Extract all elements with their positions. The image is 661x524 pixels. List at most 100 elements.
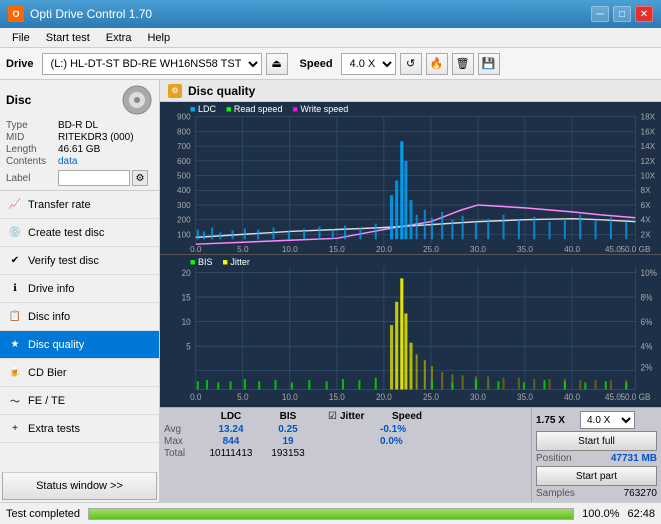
disc-label-label: Label [6, 173, 58, 184]
sidebar-item-drive-info[interactable]: ℹ Drive info [0, 275, 159, 303]
disc-quality-header-icon: ⚙ [168, 84, 182, 98]
speed-select[interactable]: 4.0 X [341, 53, 396, 75]
sidebar-item-disc-quality[interactable]: ★ Disc quality [0, 331, 159, 359]
svg-text:2%: 2% [641, 362, 653, 373]
svg-text:12X: 12X [641, 157, 656, 166]
stats-table-right: 1.75 X 4.0 X Start full Position 47731 M… [531, 408, 661, 502]
svg-text:40.0: 40.0 [564, 245, 580, 254]
svg-text:5.0: 5.0 [237, 391, 248, 402]
sidebar-item-disc-info[interactable]: 📋 Disc info [0, 303, 159, 331]
speed-dropdown[interactable]: 4.0 X [580, 411, 635, 429]
sidebar-item-extra-tests[interactable]: + Extra tests [0, 415, 159, 443]
svg-text:14X: 14X [641, 142, 656, 151]
toolbar: Drive (L:) HL-DT-ST BD-RE WH16NS58 TST4 … [0, 48, 661, 80]
disc-info-icon: 📋 [8, 310, 22, 324]
bis-legend: ■ BIS [190, 257, 212, 267]
sidebar-item-fe-te-label: FE / TE [28, 395, 65, 407]
disc-image-icon [121, 84, 153, 116]
disc-quality-title: Disc quality [188, 84, 255, 98]
status-text: Test completed [6, 508, 80, 520]
svg-text:500: 500 [177, 172, 191, 181]
svg-text:10.0: 10.0 [282, 391, 298, 402]
disc-contents-value: data [58, 156, 77, 167]
app-title: Opti Drive Control 1.70 [30, 7, 152, 21]
menu-file[interactable]: File [4, 30, 38, 46]
disc-label-input[interactable] [58, 170, 130, 186]
menu-start-test[interactable]: Start test [38, 30, 98, 46]
drive-select[interactable]: (L:) HL-DT-ST BD-RE WH16NS58 TST4 [42, 53, 262, 75]
svg-text:6X: 6X [641, 201, 652, 210]
svg-text:200: 200 [177, 216, 191, 225]
samples-value: 763270 [624, 488, 657, 499]
svg-text:0.0: 0.0 [190, 245, 202, 254]
svg-text:25.0: 25.0 [423, 391, 439, 402]
main-area: Disc Type BD-R DL MID RITEKDR3 (000) Len… [0, 80, 661, 502]
sidebar-item-transfer-rate-label: Transfer rate [28, 199, 91, 211]
svg-text:18X: 18X [641, 113, 656, 122]
sidebar-item-fe-te[interactable]: 〜 FE / TE [0, 387, 159, 415]
svg-text:800: 800 [177, 128, 191, 137]
content-area: ⚙ Disc quality ■ LDC ■ Read speed ■ Writ… [160, 80, 661, 502]
menu-extra[interactable]: Extra [98, 30, 140, 46]
ldc-max: 844 [200, 436, 262, 447]
svg-text:35.0: 35.0 [517, 391, 533, 402]
sidebar-item-drive-info-label: Drive info [28, 283, 74, 295]
disc-mid-label: MID [6, 132, 58, 143]
disc-label-button[interactable]: ⚙ [132, 170, 148, 186]
bottom-chart-svg: 20 15 10 5 10% 8% 6% 4% 2% 0.0 5.0 10.0 … [160, 255, 661, 407]
svg-text:10.0: 10.0 [282, 245, 298, 254]
ldc-legend: ■ LDC [190, 104, 216, 114]
maximize-button[interactable]: □ [613, 6, 631, 22]
position-label: Position [536, 453, 572, 464]
extra-tests-icon: + [8, 422, 22, 436]
progress-bar-fill [89, 509, 573, 519]
sidebar-item-verify-test-disc[interactable]: ✔ Verify test disc [0, 247, 159, 275]
disc-quality-header: ⚙ Disc quality [160, 80, 661, 102]
samples-label: Samples [536, 488, 575, 499]
svg-text:30.0: 30.0 [470, 245, 486, 254]
disc-quality-icon: ★ [8, 338, 22, 352]
status-time: 62:48 [627, 508, 655, 520]
drive-info-icon: ℹ [8, 282, 22, 296]
svg-text:400: 400 [177, 186, 191, 195]
sidebar-item-disc-quality-label: Disc quality [28, 339, 84, 351]
svg-text:300: 300 [177, 201, 191, 210]
disc-info-panel: Disc Type BD-R DL MID RITEKDR3 (000) Len… [0, 80, 159, 191]
ldc-header: LDC [200, 411, 262, 422]
burn-button[interactable]: 🔥 [426, 53, 448, 75]
speed-label: Speed [300, 58, 333, 70]
close-button[interactable]: ✕ [635, 6, 653, 22]
svg-text:6%: 6% [641, 317, 653, 328]
save-button[interactable]: 💾 [478, 53, 500, 75]
sidebar: Disc Type BD-R DL MID RITEKDR3 (000) Len… [0, 80, 160, 502]
erase-button[interactable]: 🗑 [452, 53, 474, 75]
jitter-header: Jitter [340, 411, 392, 422]
eject-button[interactable]: ⏏ [266, 53, 288, 75]
disc-type-value: BD-R DL [58, 120, 98, 131]
svg-text:45.0: 45.0 [605, 391, 621, 402]
status-bar: Test completed 100.0% 62:48 [0, 502, 661, 524]
speed-header: Speed [392, 411, 432, 422]
svg-text:2X: 2X [641, 230, 652, 239]
sidebar-item-cd-bier[interactable]: 🍺 CD Bier [0, 359, 159, 387]
refresh-button[interactable]: ↺ [400, 53, 422, 75]
svg-text:50.0 GB: 50.0 GB [620, 245, 650, 254]
minimize-button[interactable]: ─ [591, 6, 609, 22]
sidebar-item-transfer-rate[interactable]: 📈 Transfer rate [0, 191, 159, 219]
menu-help[interactable]: Help [139, 30, 178, 46]
position-value: 47731 MB [611, 453, 657, 464]
sidebar-item-create-test-disc[interactable]: 💿 Create test disc [0, 219, 159, 247]
max-label: Max [164, 436, 200, 447]
bis-header: BIS [262, 411, 314, 422]
svg-text:900: 900 [177, 113, 191, 122]
create-test-disc-icon: 💿 [8, 226, 22, 240]
svg-text:15: 15 [182, 292, 191, 303]
disc-type-label: Type [6, 120, 58, 131]
svg-text:15.0: 15.0 [329, 245, 345, 254]
start-part-button[interactable]: Start part [536, 466, 657, 486]
total-label: Total [164, 448, 200, 459]
start-full-button[interactable]: Start full [536, 431, 657, 451]
disc-section-title: Disc [6, 93, 31, 107]
status-window-button[interactable]: Status window >> [2, 472, 157, 500]
speed-value-label: 1.75 X [536, 415, 576, 426]
